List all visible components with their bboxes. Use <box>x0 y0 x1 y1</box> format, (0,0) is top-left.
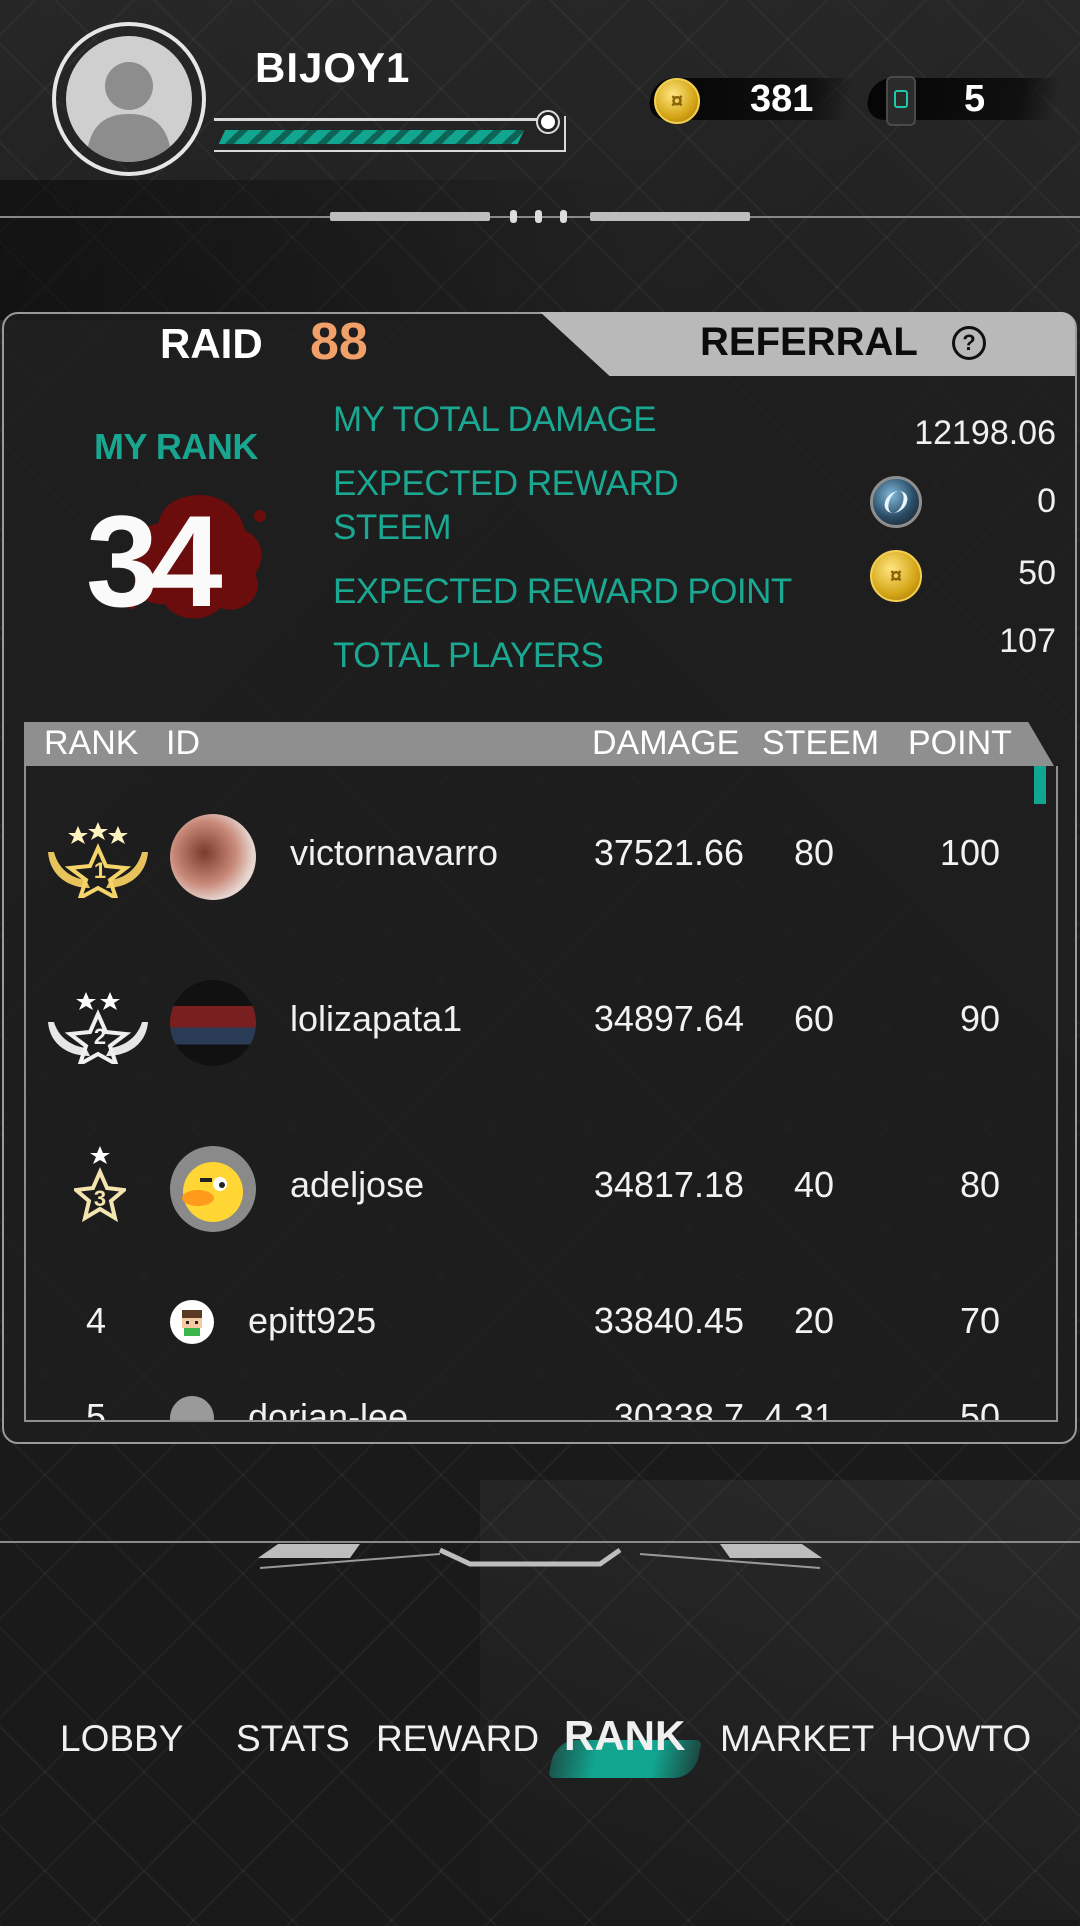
divider-dot <box>560 210 567 223</box>
coin-count: 381 <box>750 78 814 120</box>
user-avatar[interactable] <box>170 1396 214 1420</box>
row-steem: 20 <box>793 1300 834 1341</box>
total-players-value: 107 <box>999 622 1056 660</box>
nav-lobby[interactable]: LOBBY <box>60 1718 183 1760</box>
rank-number: 2 <box>93 1024 107 1049</box>
col-id: ID <box>166 724 200 762</box>
user-avatar[interactable] <box>170 980 256 1066</box>
background-shade <box>0 180 1080 320</box>
row-id: epitt925 <box>248 1300 377 1341</box>
reward-steem-label-2: STEEM <box>333 508 452 547</box>
tab-raid[interactable]: RAID <box>160 320 263 368</box>
my-rank-label: MY RANK <box>94 426 258 467</box>
total-players-label: TOTAL PLAYERS <box>333 636 604 675</box>
row-steem: 60 <box>793 998 834 1039</box>
col-rank: RANK <box>44 724 139 762</box>
row-rank: 4 <box>86 1300 107 1341</box>
row-damage: 34897.64 <box>593 998 744 1039</box>
nav-reward[interactable]: REWARD <box>376 1718 539 1760</box>
my-rank-value: 34 <box>86 488 223 634</box>
user-avatar[interactable] <box>170 1300 214 1344</box>
user-avatar[interactable] <box>170 1146 256 1232</box>
reward-steem-label-1: EXPECTED REWARD <box>333 464 679 503</box>
table-row[interactable]: 5 dorian-lee 30338.7 4.31 50 <box>26 1396 1056 1422</box>
row-point: 100 <box>939 832 1000 873</box>
row-damage: 34817.18 <box>593 1164 744 1205</box>
total-damage-value: 12198.06 <box>914 414 1056 452</box>
table-row[interactable]: 4 epitt925 33840.45 20 70 <box>26 1300 1056 1360</box>
total-damage-label: MY TOTAL DAMAGE <box>333 400 657 439</box>
ticket-counter: 5 <box>864 72 1062 128</box>
duck-avatar-icon <box>182 1162 243 1222</box>
rank-number: 1 <box>93 858 107 883</box>
row-id: victornavarro <box>290 832 499 873</box>
ticket-icon <box>886 76 916 126</box>
nav-stats[interactable]: STATS <box>236 1718 350 1760</box>
row-point: 50 <box>959 1396 1000 1422</box>
coin-icon: ¤ <box>870 550 922 602</box>
table-row[interactable]: 3 adeljose 34817.18 40 80 <box>26 1146 1056 1246</box>
row-steem: 80 <box>793 832 834 873</box>
col-damage: DAMAGE <box>592 724 740 762</box>
help-icon[interactable]: ? <box>952 326 986 360</box>
row-damage: 33840.45 <box>593 1300 744 1341</box>
ticket-count: 5 <box>964 78 986 120</box>
row-id: dorian-lee <box>248 1396 409 1422</box>
row-damage: 37521.66 <box>593 832 744 873</box>
avatar-placeholder-icon <box>86 62 172 162</box>
xp-fill <box>218 130 525 144</box>
reward-point-value: 50 <box>1018 554 1056 592</box>
col-steem: STEEM <box>762 724 880 762</box>
nav-market[interactable]: MARKET <box>720 1718 874 1760</box>
xp-bar <box>214 112 572 156</box>
coin-counter: ¤ 381 <box>646 72 854 128</box>
table-scrollbar[interactable] <box>1034 766 1046 804</box>
rank-number: 3 <box>93 1186 107 1211</box>
row-steem: 4.31 <box>763 1396 834 1422</box>
divider-segment <box>590 212 750 221</box>
top-divider <box>0 202 1080 232</box>
row-id: adeljose <box>290 1164 425 1205</box>
coin-icon: ¤ <box>654 78 700 124</box>
reward-steem-value: 0 <box>1037 482 1056 520</box>
table-row[interactable]: 2 lolizapata1 34897.64 60 90 <box>26 980 1056 1080</box>
nav-howto[interactable]: HOWTO <box>890 1718 1031 1760</box>
divider-dot <box>535 210 542 223</box>
divider-dot <box>510 210 517 223</box>
xp-knob <box>538 112 558 132</box>
col-point: POINT <box>908 724 1012 762</box>
row-id: lolizapata1 <box>290 998 463 1039</box>
rank-table[interactable]: 1 victornavarro 37521.66 80 100 2 loliza… <box>24 766 1058 1422</box>
row-point: 80 <box>959 1164 1000 1205</box>
row-point: 70 <box>959 1300 1000 1341</box>
profile-avatar[interactable] <box>66 36 192 162</box>
nav-rank[interactable]: RANK <box>564 1712 685 1760</box>
user-avatar[interactable] <box>170 814 256 900</box>
bottom-divider <box>0 1541 1080 1569</box>
row-point: 90 <box>959 998 1000 1039</box>
table-row[interactable]: 1 victornavarro 37521.66 80 100 <box>26 814 1056 914</box>
row-damage: 30338.7 <box>613 1396 744 1422</box>
divider-segment <box>330 212 490 221</box>
reward-point-label: EXPECTED REWARD POINT <box>333 572 792 611</box>
steem-icon <box>870 476 922 528</box>
raid-number: 88 <box>310 313 368 371</box>
tab-referral[interactable]: REFERRAL <box>700 320 918 365</box>
row-rank: 5 <box>86 1396 107 1422</box>
row-steem: 40 <box>793 1164 834 1205</box>
username: BIJOY1 <box>255 44 411 91</box>
pixel-avatar-icon <box>182 1310 202 1336</box>
